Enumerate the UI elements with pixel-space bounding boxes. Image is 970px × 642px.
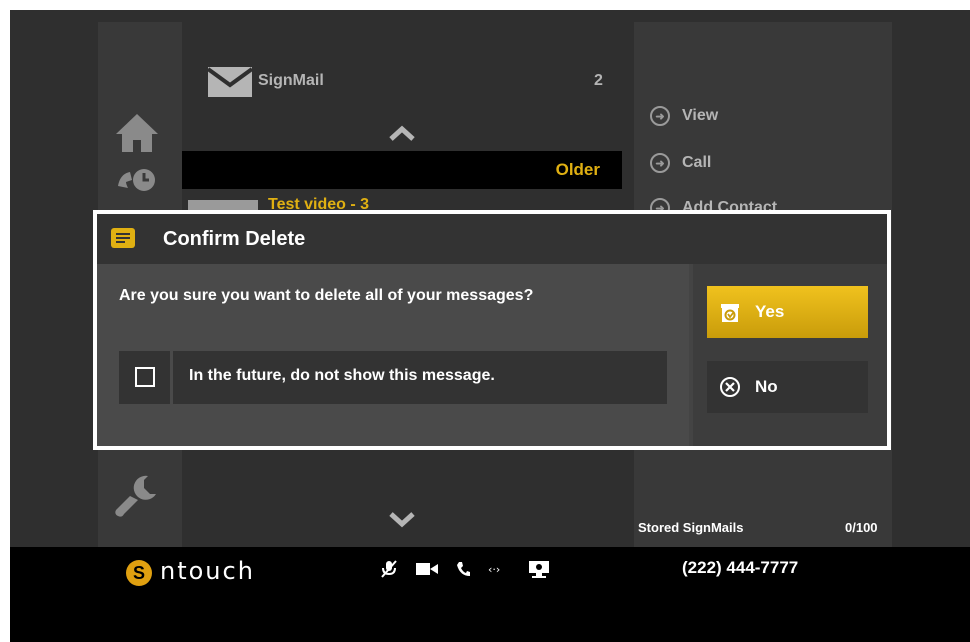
dialog-body: Are you sure you want to delete all of y… (97, 264, 689, 446)
delete-icon (721, 304, 739, 322)
home-icon[interactable] (114, 112, 160, 154)
older-folder-row[interactable]: Older (182, 151, 622, 189)
wrench-icon[interactable] (110, 470, 164, 520)
signmail-count: 2 (594, 72, 603, 89)
signal-icon: ‹·› (488, 563, 500, 575)
svg-text:‹·›: ‹·› (488, 563, 500, 575)
envelope-icon (208, 67, 252, 97)
dont-show-again-checkbox[interactable] (135, 367, 155, 387)
older-label: Older (555, 160, 600, 179)
ntouch-logo-icon: S (126, 560, 152, 586)
confirm-delete-dialog: Confirm Delete Are you sure you want to … (93, 210, 891, 450)
checkbox-cell (119, 351, 173, 404)
dont-show-again-row[interactable]: In the future, do not show this message. (119, 351, 667, 404)
chevron-down-icon[interactable] (389, 512, 415, 528)
signmail-title: SignMail (258, 72, 324, 89)
video-icon (416, 563, 438, 575)
action-view[interactable]: ➜ View (650, 106, 718, 126)
arrow-circle-icon: ➜ (650, 153, 670, 173)
message-icon (111, 228, 135, 248)
yes-button-label: Yes (755, 302, 785, 321)
yes-button[interactable]: Yes (707, 286, 868, 338)
mic-muted-icon (381, 560, 397, 578)
phone-icon (457, 562, 470, 576)
action-call[interactable]: ➜ Call (650, 153, 711, 173)
dialog-title: Confirm Delete (163, 228, 306, 250)
status-icons: ‹·› (380, 560, 550, 578)
close-circle-icon (720, 377, 740, 397)
action-view-label: View (682, 107, 719, 124)
phone-number: (222) 444-7777 (682, 558, 799, 577)
chevron-up-icon[interactable] (389, 125, 415, 141)
stored-signmails-count: 0/100 (845, 520, 878, 535)
brand-name: ntouch (160, 557, 255, 585)
dialog-message: Are you sure you want to delete all of y… (119, 287, 534, 304)
call-history-icon[interactable] (114, 164, 160, 192)
dialog-header: Confirm Delete (97, 214, 887, 264)
dont-show-again-label: In the future, do not show this message. (189, 367, 495, 384)
no-button[interactable]: No (707, 361, 868, 413)
no-button-label: No (755, 377, 778, 396)
arrow-circle-icon: ➜ (650, 106, 670, 126)
stored-signmails-label: Stored SignMails (638, 520, 744, 535)
display-icon (529, 561, 549, 578)
action-call-label: Call (682, 154, 712, 171)
